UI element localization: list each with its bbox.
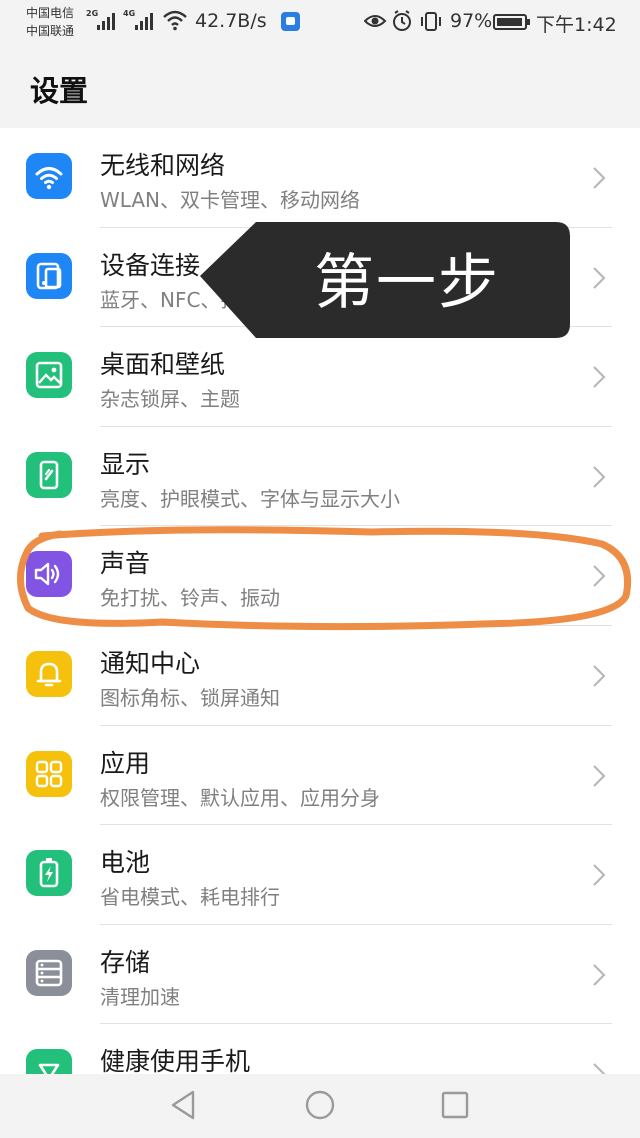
highlight-circle: [17, 526, 632, 631]
settings-item-desktop-wallpaper[interactable]: 桌面和壁纸 杂志锁屏、主题: [0, 327, 640, 427]
chevron-right-icon: [593, 665, 606, 687]
settings-item-subtitle: 权限管理、默认应用、应用分身: [100, 785, 380, 810]
carrier-2: 中国联通: [26, 24, 75, 38]
storage-icon: [26, 949, 72, 996]
app-notification-icon: [281, 12, 300, 31]
chevron-right-icon: [593, 266, 606, 289]
chevron-right-icon: [593, 466, 606, 488]
chevron-right-icon: [593, 964, 606, 986]
network-speed: 42.7B/s: [195, 10, 267, 32]
settings-item-subtitle: 图标角标、锁屏通知: [100, 685, 280, 710]
settings-item-title: 存储: [100, 947, 151, 977]
settings-item-notification-center[interactable]: 通知中心 图标角标、锁屏通知: [0, 626, 640, 726]
settings-item-subtitle: 清理加速: [100, 984, 180, 1009]
settings-item-subtitle: 省电模式、耗电排行: [100, 885, 280, 910]
settings-item-storage[interactable]: 存储 清理加速: [0, 925, 640, 1025]
page-title: 设置: [30, 74, 89, 108]
signal-sim2-icon: [135, 10, 153, 30]
battery-percent: 97%: [450, 10, 493, 32]
chevron-right-icon: [593, 1063, 606, 1074]
carrier-names: 中国电信 中国联通: [26, 4, 74, 40]
settings-item-title: 电池: [100, 848, 151, 878]
settings-item-subtitle: 杂志锁屏、主题: [100, 387, 240, 412]
bell-icon: [26, 650, 72, 697]
settings-item-digital-health[interactable]: 健康使用手机: [0, 1024, 640, 1074]
battery-icon: [26, 850, 72, 897]
back-triangle-icon[interactable]: [168, 1088, 198, 1122]
chevron-right-icon: [593, 366, 606, 388]
settings-item-display[interactable]: 显示 亮度、护眼模式、字体与显示大小: [0, 427, 640, 527]
settings-item-battery[interactable]: 电池 省电模式、耗电排行: [0, 825, 640, 925]
vibrate-icon: [421, 12, 441, 31]
settings-item-apps[interactable]: 应用 权限管理、默认应用、应用分身: [0, 726, 640, 826]
signal-sim1-icon: [97, 10, 115, 30]
eye-icon: [364, 15, 387, 27]
settings-item-title: 通知中心: [100, 648, 201, 678]
wifi-icon: [26, 153, 72, 199]
chevron-right-icon: [593, 167, 606, 189]
wallpaper-icon: [26, 352, 72, 399]
alarm-icon: [393, 10, 411, 31]
carrier-1: 中国电信: [26, 6, 75, 20]
settings-item-title: 无线和网络: [100, 151, 226, 180]
chevron-right-icon: [593, 864, 606, 886]
settings-item-title: 显示: [100, 449, 151, 479]
settings-item-subtitle: WLAN、双卡管理、移动网络: [100, 188, 361, 212]
display-icon: [26, 451, 72, 498]
status-time: 下午1:42: [536, 14, 617, 36]
settings-item-subtitle: 亮度、护眼模式、字体与显示大小: [100, 486, 400, 511]
settings-item-title: 设备连接: [100, 250, 201, 280]
settings-item-title: 应用: [100, 748, 151, 778]
sim2-network-tag: 4G: [123, 9, 136, 18]
status-icons: [364, 10, 441, 31]
recents-square-icon[interactable]: [440, 1088, 470, 1122]
status-bar: 中国电信 中国联通 2G 4G 42.7B/s 97% 下午1:42: [0, 0, 640, 44]
apps-icon: [26, 750, 72, 797]
wifi-status-icon: [163, 10, 187, 31]
device-connect-icon: [26, 252, 72, 299]
step-callout-text: 第一步: [314, 248, 500, 318]
home-circle-icon[interactable]: [303, 1088, 337, 1122]
settings-item-wireless-network[interactable]: 无线和网络 WLAN、双卡管理、移动网络: [0, 128, 640, 228]
settings-item-title: 桌面和壁纸: [100, 350, 226, 380]
health-icon: [26, 1049, 72, 1074]
battery-status-icon: [493, 14, 530, 30]
settings-item-title: 健康使用手机: [100, 1047, 251, 1074]
navigation-bar: [0, 1074, 640, 1138]
chevron-right-icon: [593, 764, 606, 787]
